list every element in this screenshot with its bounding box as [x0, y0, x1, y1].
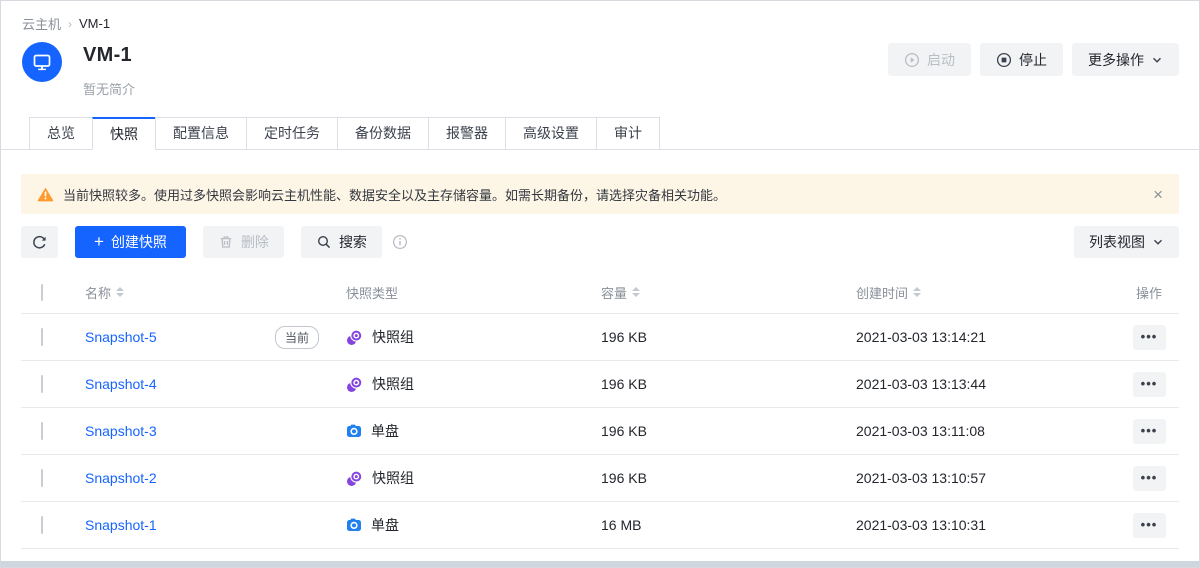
- breadcrumb: 云主机 › VM-1: [1, 1, 1199, 33]
- sort-icon[interactable]: [632, 287, 640, 297]
- tab-alarms[interactable]: 报警器: [428, 117, 506, 150]
- toolbar: + 创建快照 删除 搜索: [21, 226, 1179, 258]
- snapshot-name-link[interactable]: Snapshot-5: [85, 329, 157, 345]
- chevron-down-icon: [1151, 54, 1163, 66]
- snapshot-group-icon: [346, 470, 363, 487]
- content: 当前快照较多。使用过多快照会影响云主机性能、数据安全以及主存储容量。如需长期备份…: [1, 174, 1199, 549]
- snapshot-size: 16 MB: [601, 517, 856, 533]
- delete-button[interactable]: 删除: [203, 226, 284, 258]
- create-snapshot-button[interactable]: + 创建快照: [75, 226, 186, 258]
- table-row: Snapshot-5 当前 快照组 196 KB2021-03-03 13:14:21…: [21, 314, 1179, 361]
- snapshot-name-link[interactable]: Snapshot-3: [85, 423, 157, 439]
- row-checkbox[interactable]: [41, 516, 43, 534]
- page-subtitle: 暂无简介: [83, 79, 135, 98]
- snapshot-created: 2021-03-03 13:14:21: [856, 329, 1119, 345]
- trash-icon: [218, 234, 234, 250]
- table-row: Snapshot-4 快照组 196 KB2021-03-03 13:13:44 ••…: [21, 361, 1179, 408]
- snapshot-type-label: 快照组: [372, 327, 414, 347]
- page-header: VM-1 暂无简介 启动 停止: [1, 33, 1199, 98]
- warning-triangle-icon: [37, 186, 54, 202]
- snapshot-group-icon: [346, 376, 363, 393]
- tab-scheduled-tasks[interactable]: 定时任务: [246, 117, 338, 150]
- snapshot-created: 2021-03-03 13:13:44: [856, 376, 1119, 392]
- table-body: Snapshot-5当前快照组196 KB2021-03-03 13:14:21…: [21, 314, 1179, 549]
- sort-icon[interactable]: [913, 287, 921, 297]
- row-checkbox[interactable]: [41, 375, 43, 393]
- tab-snapshot[interactable]: 快照: [92, 117, 156, 150]
- start-button[interactable]: 启动: [888, 43, 971, 76]
- plus-icon: +: [94, 232, 104, 252]
- banner-close-icon[interactable]: ×: [1153, 186, 1163, 203]
- column-header-actions: 操作: [1119, 283, 1179, 302]
- snapshot-type-label: 快照组: [372, 468, 414, 488]
- column-header-type: 快照类型: [346, 283, 601, 302]
- tab-overview[interactable]: 总览: [29, 117, 93, 150]
- column-header-name[interactable]: 名称: [85, 283, 346, 302]
- breadcrumb-separator: ›: [68, 17, 72, 31]
- snapshot-created: 2021-03-03 13:10:31: [856, 517, 1119, 533]
- search-icon: [316, 234, 332, 250]
- row-actions-button[interactable]: •••: [1133, 372, 1166, 397]
- snapshot-type-label: 单盘: [371, 421, 399, 441]
- snapshot-name-link[interactable]: Snapshot-1: [85, 517, 157, 533]
- table-row: Snapshot-1 单盘 16 MB2021-03-03 13:10:31 •••: [21, 502, 1179, 549]
- select-all-checkbox[interactable]: [41, 284, 43, 301]
- snapshot-created: 2021-03-03 13:11:08: [856, 423, 1119, 439]
- snapshot-group-icon: [346, 329, 363, 346]
- refresh-button[interactable]: [21, 226, 58, 258]
- chevron-down-icon: [1152, 236, 1164, 248]
- sort-icon[interactable]: [116, 287, 124, 297]
- snapshot-name-link[interactable]: Snapshot-4: [85, 376, 157, 392]
- vm-avatar: [22, 42, 62, 82]
- bottom-scrollbar-track[interactable]: [1, 561, 1199, 567]
- row-actions-button[interactable]: •••: [1133, 419, 1166, 444]
- table-row: Snapshot-3 单盘 196 KB2021-03-03 13:11:08 •••: [21, 408, 1179, 455]
- refresh-icon: [31, 234, 48, 251]
- snapshot-size: 196 KB: [601, 423, 856, 439]
- row-checkbox[interactable]: [41, 469, 43, 487]
- page-title: VM-1: [83, 44, 135, 67]
- info-circle-icon[interactable]: [392, 234, 408, 250]
- table-header-row: 名称快照类型容量创建时间操作: [21, 271, 1179, 314]
- tab-advanced-settings[interactable]: 高级设置: [505, 117, 597, 150]
- list-view-dropdown[interactable]: 列表视图: [1074, 226, 1179, 258]
- tab-backup-data[interactable]: 备份数据: [337, 117, 429, 150]
- header-actions: 启动 停止 更多操作: [888, 43, 1179, 76]
- snapshot-type-label: 单盘: [371, 515, 399, 535]
- single-disk-camera-icon: [346, 423, 362, 439]
- column-header-size[interactable]: 容量: [601, 283, 856, 302]
- single-disk-camera-icon: [346, 517, 362, 533]
- current-badge: 当前: [275, 326, 319, 349]
- tab-config[interactable]: 配置信息: [155, 117, 247, 150]
- stop-circle-icon: [996, 52, 1012, 68]
- snapshot-type-label: 快照组: [372, 374, 414, 394]
- row-actions-button[interactable]: •••: [1133, 325, 1166, 350]
- breadcrumb-link-cloud-hosts[interactable]: 云主机: [22, 14, 61, 33]
- row-actions-button[interactable]: •••: [1133, 466, 1166, 491]
- tab-audit[interactable]: 审计: [596, 117, 660, 150]
- snapshot-size: 196 KB: [601, 329, 856, 345]
- snapshot-table: 名称快照类型容量创建时间操作 Snapshot-5当前快照组196 KB2021…: [21, 271, 1179, 549]
- monitor-icon: [32, 52, 52, 72]
- column-header-created[interactable]: 创建时间: [856, 283, 1119, 302]
- row-checkbox[interactable]: [41, 422, 43, 440]
- snapshot-size: 196 KB: [601, 376, 856, 392]
- more-actions-button[interactable]: 更多操作: [1072, 43, 1179, 76]
- warning-banner-text: 当前快照较多。使用过多快照会影响云主机性能、数据安全以及主存储容量。如需长期备份…: [63, 185, 726, 204]
- table-row: Snapshot-2 快照组 196 KB2021-03-03 13:10:57 ••…: [21, 455, 1179, 502]
- breadcrumb-current: VM-1: [79, 16, 110, 31]
- row-checkbox[interactable]: [41, 328, 43, 346]
- snapshot-name-link[interactable]: Snapshot-2: [85, 470, 157, 486]
- warning-banner: 当前快照较多。使用过多快照会影响云主机性能、数据安全以及主存储容量。如需长期备份…: [21, 174, 1179, 214]
- snapshot-created: 2021-03-03 13:10:57: [856, 470, 1119, 486]
- search-button[interactable]: 搜索: [301, 226, 382, 258]
- stop-button[interactable]: 停止: [980, 43, 1063, 76]
- snapshot-size: 196 KB: [601, 470, 856, 486]
- row-actions-button[interactable]: •••: [1133, 513, 1166, 538]
- tab-bar: 总览快照配置信息定时任务备份数据报警器高级设置审计: [1, 117, 1199, 150]
- play-circle-icon: [904, 52, 920, 68]
- vm-detail-page: 云主机 › VM-1 VM-1 暂无简介: [0, 0, 1200, 568]
